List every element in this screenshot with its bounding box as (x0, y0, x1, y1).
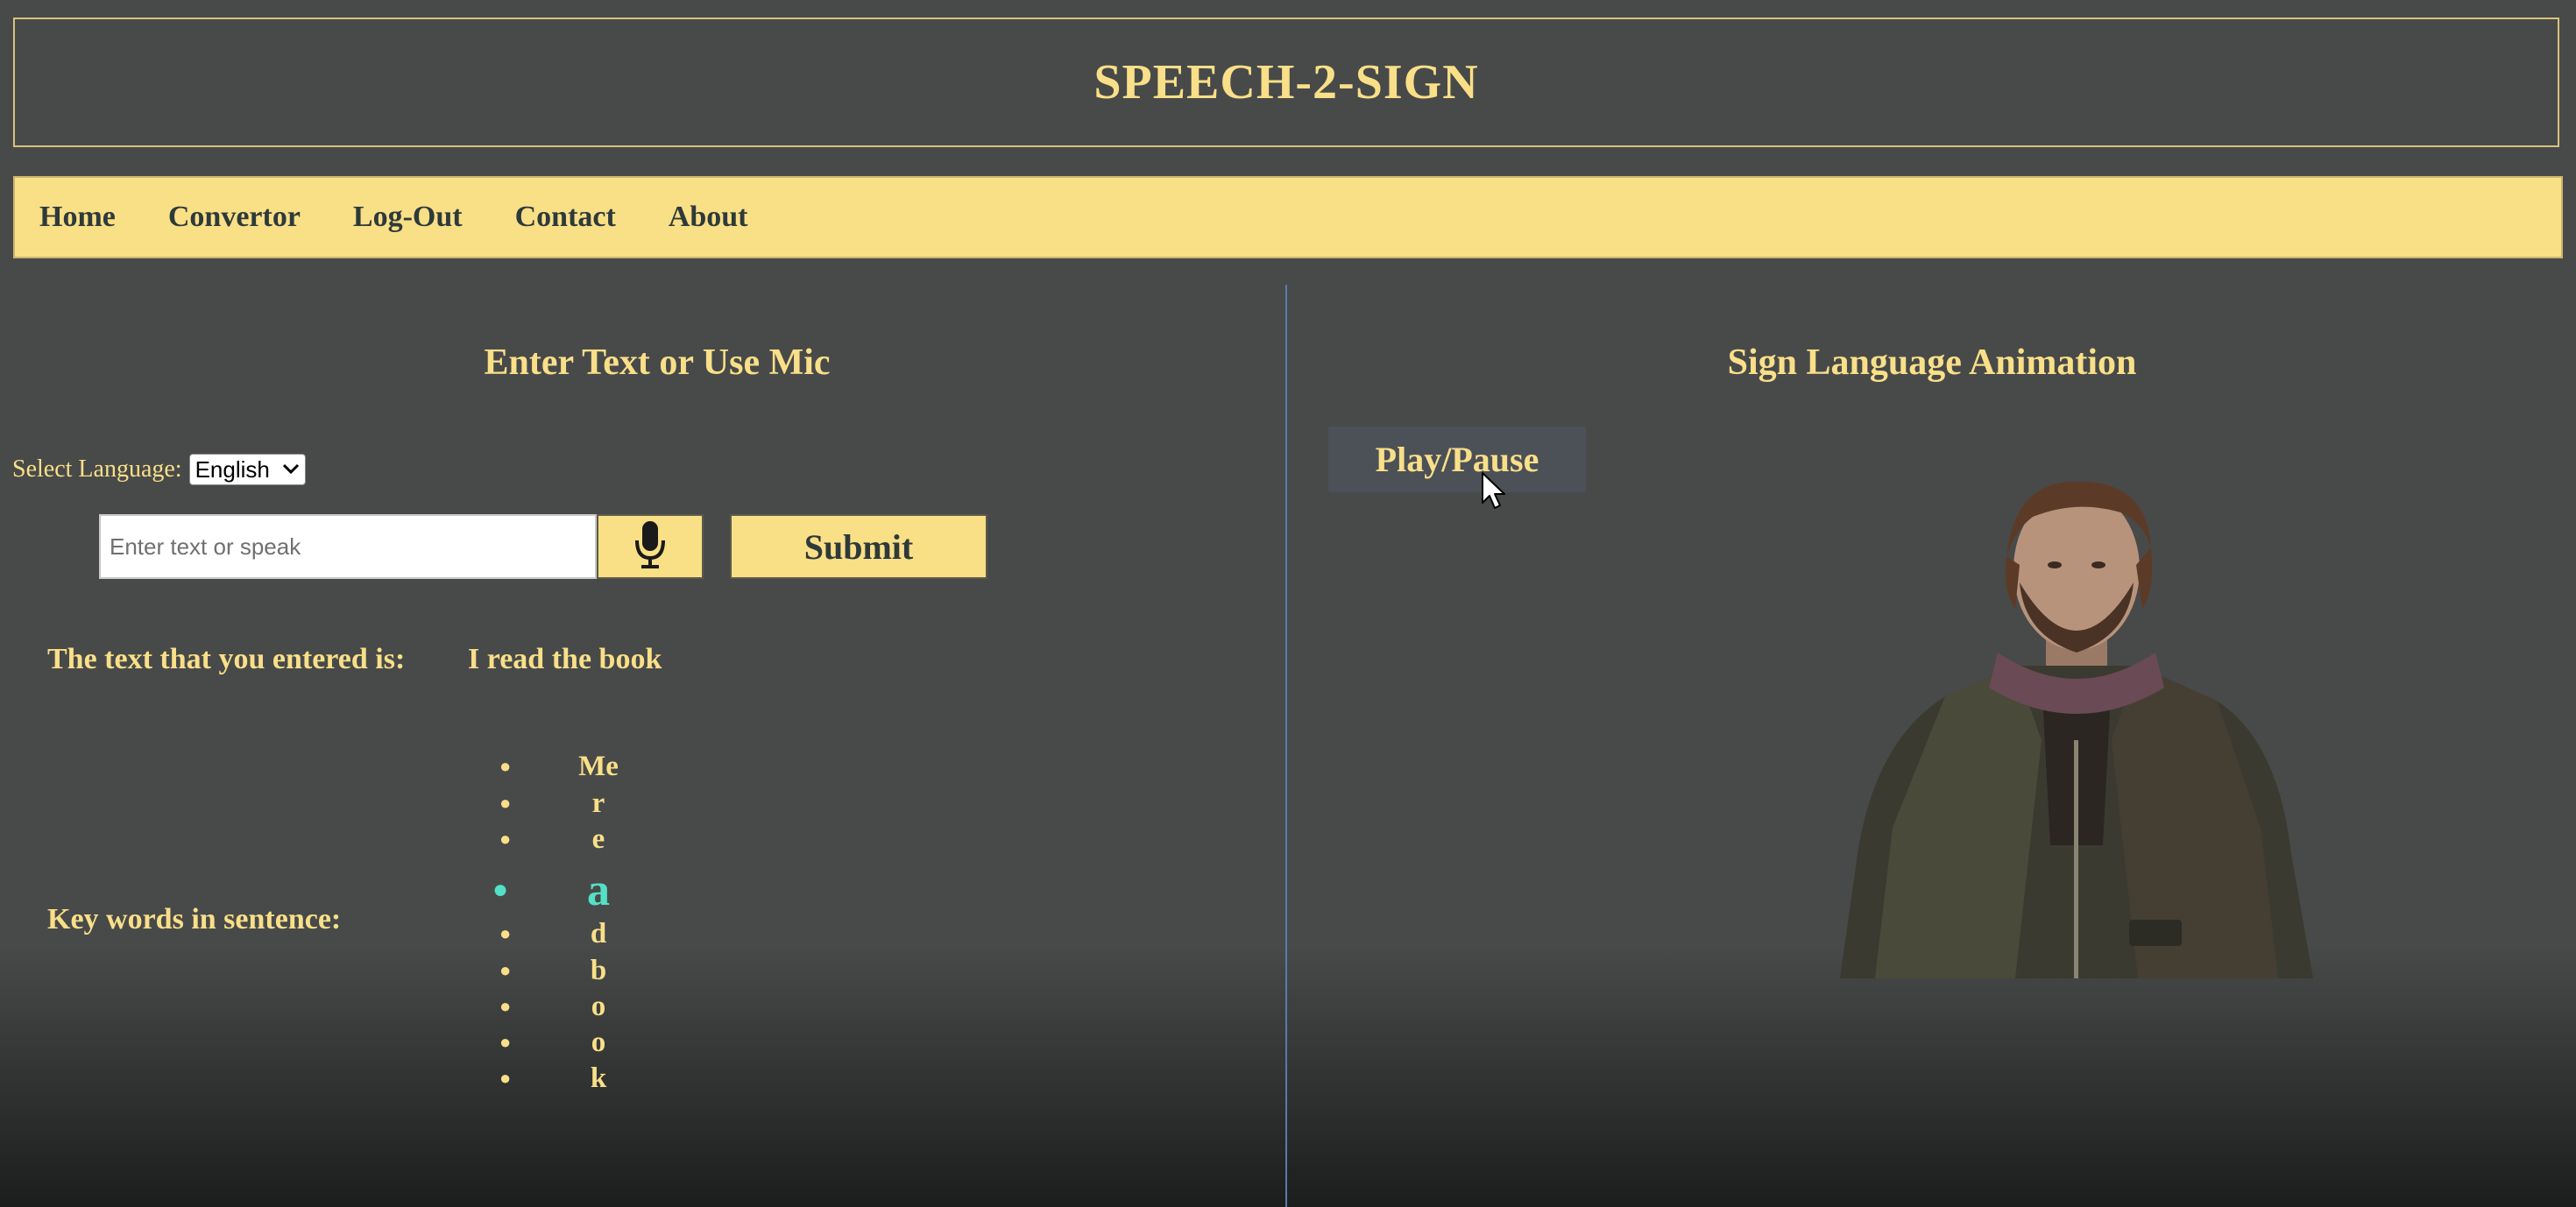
keyword-text: e (591, 822, 605, 855)
mouse-cursor-icon (1482, 472, 1505, 509)
keyword-text: d (590, 917, 607, 949)
site-title: SPEECH-2-SIGN (1093, 55, 1479, 109)
language-select-value: English (195, 455, 270, 483)
nav-convertor[interactable]: Convertor (168, 201, 301, 234)
keyword-text: Me (578, 750, 619, 782)
keyword-text: k (590, 1062, 607, 1094)
sign-language-avatar (1840, 481, 2313, 978)
keyword-item: ● b (499, 952, 701, 989)
bullet: ● (492, 875, 509, 904)
bullet: ● (499, 792, 512, 814)
nav-logout[interactable]: Log-Out (353, 201, 463, 234)
nav-about[interactable]: About (669, 201, 748, 234)
keyword-item: ● e (499, 821, 701, 858)
entered-text-value: I read the book (468, 643, 662, 675)
bullet: ● (499, 1031, 512, 1053)
navbar: Home Convertor Log-Out Contact About (13, 176, 2563, 258)
mic-button[interactable] (597, 514, 704, 579)
microphone-icon (633, 519, 668, 575)
bullet: ● (499, 828, 512, 850)
keyword-item: ● d (499, 915, 701, 952)
bullet: ● (499, 959, 512, 981)
keyword-item: ● r (499, 785, 701, 822)
keyword-text: o (591, 990, 606, 1022)
speech-text-input[interactable] (99, 514, 597, 579)
play-pause-button[interactable]: Play/Pause (1328, 427, 1586, 492)
animation-section-title: Sign Language Animation (1727, 342, 2137, 383)
language-row: Select Language: English (12, 454, 306, 485)
keyword-item-active: ● a (492, 865, 694, 915)
bullet: ● (499, 755, 512, 777)
bullet: ● (499, 1067, 512, 1089)
keyword-text: o (591, 1026, 606, 1058)
keyword-item: ● k (499, 1060, 701, 1097)
keyword-item: ● o (499, 988, 701, 1025)
nav-contact[interactable]: Contact (515, 201, 616, 234)
keywords-label: Key words in sentence: (47, 903, 342, 935)
entered-text-label: The text that you entered is: (47, 643, 406, 675)
bullet: ● (499, 995, 512, 1017)
language-select[interactable]: English (188, 454, 306, 485)
nav-home[interactable]: Home (39, 201, 116, 234)
keyword-item: ● Me (499, 748, 701, 785)
language-label: Select Language: (12, 455, 182, 483)
keyword-text: a (587, 865, 610, 915)
keyword-text: r (591, 787, 605, 819)
chevron-down-icon (282, 461, 300, 479)
site-header: SPEECH-2-SIGN (13, 18, 2559, 147)
panel-divider (1285, 285, 1287, 1207)
bullet: ● (499, 922, 512, 944)
keyword-text: b (590, 954, 607, 986)
keyword-item: ● o (499, 1024, 701, 1061)
submit-button[interactable]: Submit (730, 514, 987, 579)
input-section-title: Enter Text or Use Mic (484, 342, 831, 383)
